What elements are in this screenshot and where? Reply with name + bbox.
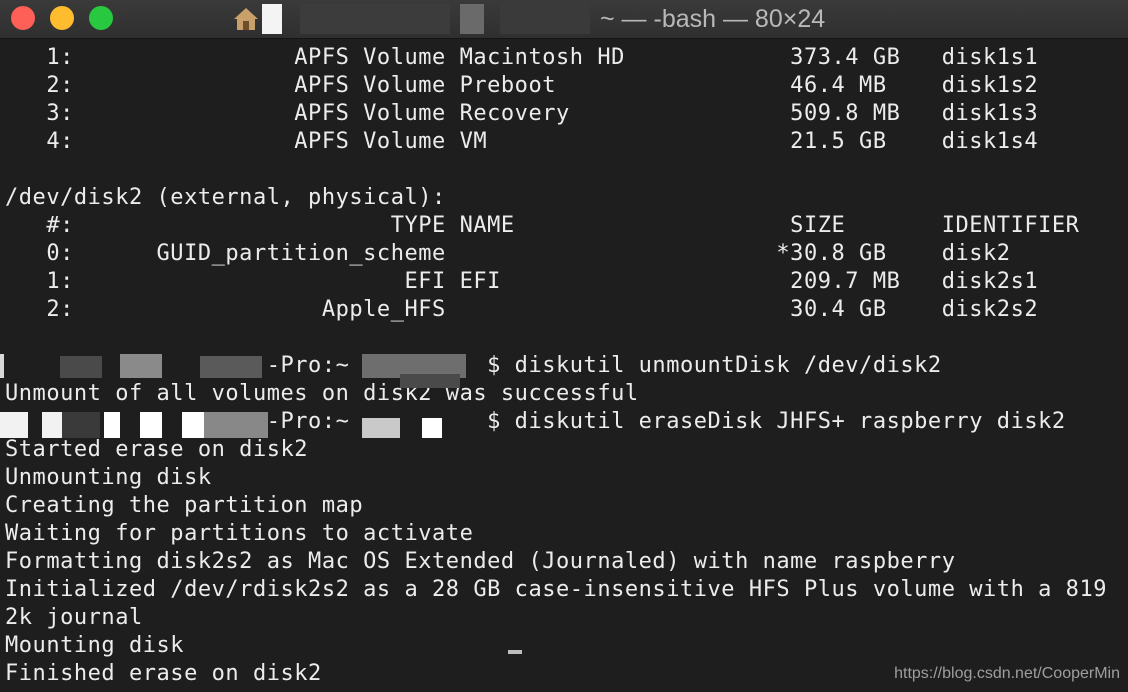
redacted-prompt-area (204, 412, 268, 438)
redacted-prompt-area (0, 354, 4, 378)
terminal-line: #: TYPE NAME SIZE IDENTIFIER (5, 213, 1080, 238)
redacted-prompt-area (120, 354, 162, 378)
terminal-line: Formatting disk2s2 as Mac OS Extended (J… (5, 549, 956, 574)
redacted-prompt-area (0, 412, 28, 438)
terminal-line: Waiting for partitions to activate (5, 521, 474, 546)
redacted-prompt-area (182, 412, 204, 438)
redacted-title-area (300, 4, 450, 34)
terminal-line: /dev/disk2 (external, physical): (5, 185, 446, 210)
terminal-line: Creating the partition map (5, 493, 364, 518)
redacted-prompt-area (42, 412, 62, 438)
redacted-prompt-area (140, 412, 162, 438)
terminal-output[interactable]: 1: APFS Volume Macintosh HD 373.4 GB dis… (0, 38, 1128, 692)
redacted-prompt-area (362, 418, 400, 438)
redacted-prompt-area (400, 374, 460, 388)
minimize-window-button[interactable] (50, 6, 74, 30)
redacted-prompt-area (422, 418, 442, 438)
terminal-line: 2: Apple_HFS 30.4 GB disk2s2 (5, 297, 1039, 322)
close-window-button[interactable] (11, 6, 35, 30)
redacted-prompt-area (62, 412, 100, 438)
terminal-cursor (508, 650, 522, 654)
terminal-line: 4: APFS Volume VM 21.5 GB disk1s4 (5, 129, 1039, 154)
redacted-title-area (460, 4, 484, 34)
maximize-window-button[interactable] (89, 6, 113, 30)
window-titlebar: ~ — -bash — 80×24 (0, 0, 1128, 39)
terminal-line: 2k journal (5, 605, 143, 630)
terminal-line: 2: APFS Volume Preboot 46.4 MB disk1s2 (5, 73, 1039, 98)
watermark-text: https://blog.csdn.net/CooperMin (894, 665, 1120, 682)
terminal-line: 3: APFS Volume Recovery 509.8 MB disk1s3 (5, 101, 1039, 126)
redacted-prompt-area (104, 412, 120, 438)
terminal-line: Unmount of all volumes on disk2 was succ… (5, 381, 639, 406)
redacted-title-area (500, 4, 590, 34)
window-title: ~ — -bash — 80×24 (600, 5, 826, 33)
terminal-line: Started erase on disk2 (5, 437, 309, 462)
terminal-line: 1: APFS Volume Macintosh HD 373.4 GB dis… (5, 45, 1039, 70)
terminal-line: 0: GUID_partition_scheme *30.8 GB disk2 (5, 241, 1011, 266)
terminal-line: Unmounting disk (5, 465, 212, 490)
terminal-line: Initialized /dev/rdisk2s2 as a 28 GB cas… (5, 577, 1108, 602)
redacted-prompt-area (200, 356, 262, 378)
terminal-line: Finished erase on disk2 (5, 661, 322, 686)
redacted-prompt-area (60, 356, 102, 378)
terminal-line: -Pro:~ $ diskutil eraseDisk JHFS+ raspbe… (5, 409, 1066, 434)
home-folder-icon (234, 8, 258, 30)
terminal-line: 1: EFI EFI 209.7 MB disk2s1 (5, 269, 1039, 294)
terminal-line: Mounting disk (5, 633, 185, 658)
redacted-title-area (262, 4, 282, 34)
